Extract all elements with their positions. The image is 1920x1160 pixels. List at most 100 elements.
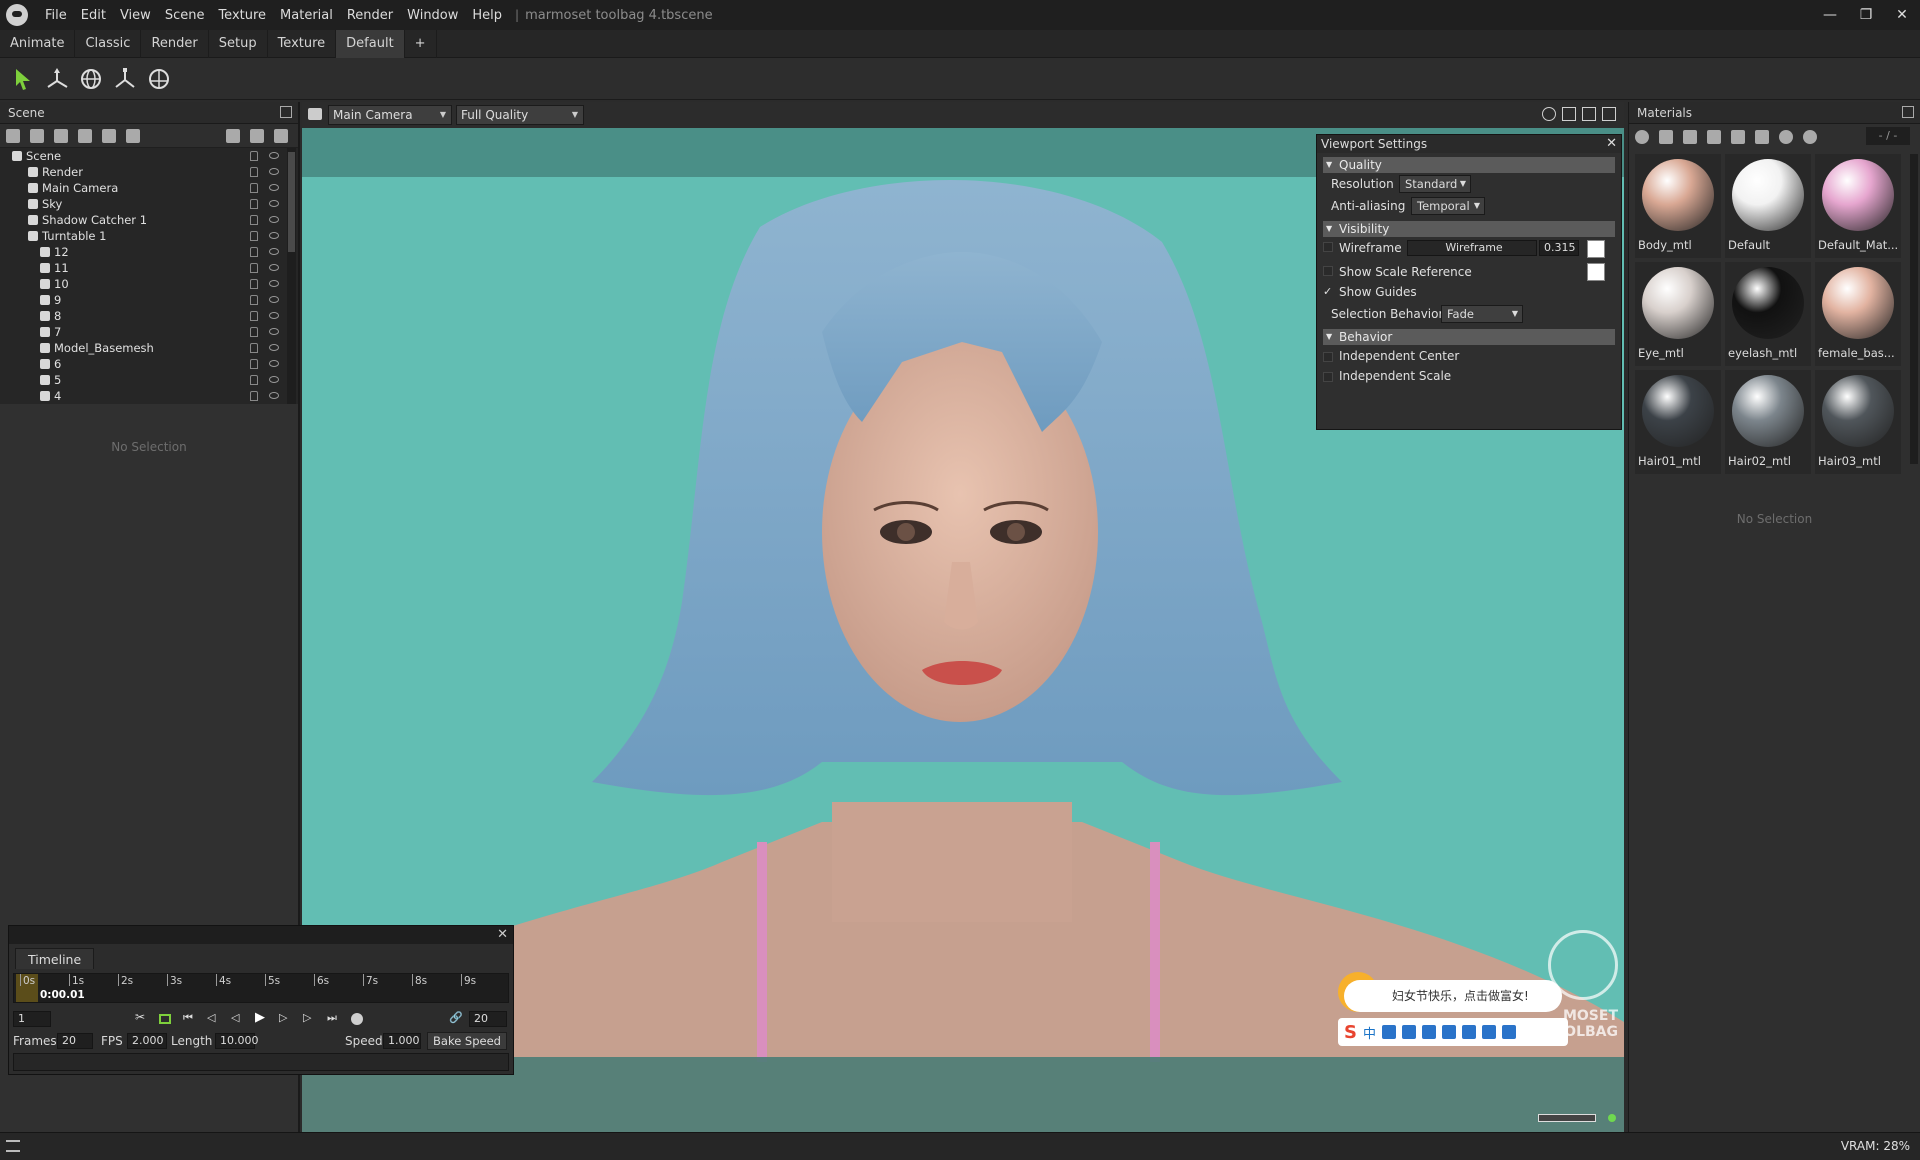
visibility-eye-icon[interactable] xyxy=(269,296,279,303)
timeline-ruler[interactable]: 0:00.01 0s 1s 2s 3s 4s 5s 6s 7s 8s 9s xyxy=(13,973,509,1003)
scale-reference-color-swatch[interactable] xyxy=(1587,263,1605,281)
end-frame-field[interactable]: 20 xyxy=(469,1011,507,1027)
quality-select[interactable]: Full Quality xyxy=(456,105,584,125)
resolution-select[interactable]: Standard xyxy=(1399,175,1471,193)
assign-material-icon[interactable] xyxy=(1779,130,1793,144)
rotate-tool-icon[interactable] xyxy=(74,62,108,96)
scene-tree-item[interactable]: 9 xyxy=(0,292,298,308)
scene-tree-item[interactable]: 12 xyxy=(0,244,298,260)
menu-window[interactable]: Window xyxy=(400,8,465,23)
menu-view[interactable]: View xyxy=(113,8,158,23)
bake-speed-button[interactable]: Bake Speed xyxy=(427,1032,507,1050)
lock-icon[interactable] xyxy=(250,215,258,225)
folder-icon[interactable] xyxy=(226,128,240,143)
skip-end-icon[interactable]: ⏭ xyxy=(327,1011,339,1024)
keyboard-icon[interactable] xyxy=(1421,1025,1436,1039)
next-frame-icon[interactable]: ▷ xyxy=(279,1011,291,1024)
show-scale-reference-checkbox[interactable] xyxy=(1323,266,1333,276)
add-mesh-icon[interactable] xyxy=(6,128,20,143)
menu-texture[interactable]: Texture xyxy=(211,8,273,23)
timeline-settings-icon[interactable] xyxy=(351,1013,363,1025)
scene-tree-item[interactable]: Sky xyxy=(0,196,298,212)
wireframe-value[interactable]: 0.315 xyxy=(1539,240,1579,256)
independent-center-checkbox[interactable] xyxy=(1323,352,1333,362)
visibility-eye-icon[interactable] xyxy=(269,152,279,159)
console-icon[interactable] xyxy=(6,1140,20,1152)
scene-tree-item[interactable]: 5 xyxy=(0,372,298,388)
scene-tree-item[interactable]: Render xyxy=(0,164,298,180)
scene-tree-item[interactable]: 11 xyxy=(0,260,298,276)
fps-field[interactable]: 2.000 xyxy=(127,1033,167,1049)
microphone-icon[interactable] xyxy=(1401,1025,1416,1039)
skin-icon[interactable] xyxy=(1441,1025,1456,1039)
ime-mode-toggle[interactable]: 中 xyxy=(1363,1023,1376,1042)
wireframe-slider[interactable]: Wireframe xyxy=(1407,240,1537,256)
minimize-icon[interactable]: — xyxy=(1812,0,1848,30)
wireframe-checkbox[interactable] xyxy=(1323,242,1333,252)
lock-icon[interactable] xyxy=(250,151,258,161)
maximize-icon[interactable] xyxy=(1582,107,1596,121)
scene-tree-item[interactable]: 10 xyxy=(0,276,298,292)
scene-tree-item[interactable]: 6 xyxy=(0,356,298,372)
tab-classic[interactable]: Classic xyxy=(75,29,142,58)
timeline-track[interactable] xyxy=(13,1053,509,1071)
center-view-icon[interactable] xyxy=(1562,107,1576,121)
skip-start-icon[interactable]: ⏮ xyxy=(183,1011,195,1024)
move-tool-icon[interactable] xyxy=(40,62,74,96)
select-tool-icon[interactable] xyxy=(6,62,40,96)
add-light-icon[interactable] xyxy=(30,128,44,143)
lock-icon[interactable] xyxy=(250,199,258,209)
lock-icon[interactable] xyxy=(250,311,258,321)
lock-icon[interactable] xyxy=(250,375,258,385)
material-tile[interactable]: Default_Mat... xyxy=(1815,154,1901,258)
tab-setup[interactable]: Setup xyxy=(209,29,268,58)
viewport-settings-icon[interactable] xyxy=(1542,107,1556,121)
add-sky-icon[interactable] xyxy=(126,128,140,143)
tab-default[interactable]: Default xyxy=(336,29,405,58)
visibility-eye-icon[interactable] xyxy=(269,376,279,383)
material-tile[interactable]: Eye_mtl xyxy=(1635,262,1721,366)
marmoset-logo-icon[interactable] xyxy=(6,4,28,26)
visibility-eye-icon[interactable] xyxy=(269,248,279,255)
undock-viewport-icon[interactable] xyxy=(1602,107,1616,121)
material-tile[interactable]: Hair02_mtl xyxy=(1725,370,1811,474)
lock-icon[interactable] xyxy=(250,263,258,273)
loop-icon[interactable] xyxy=(159,1014,171,1024)
restore-icon[interactable]: ❐ xyxy=(1848,0,1884,30)
visibility-eye-icon[interactable] xyxy=(269,232,279,239)
visibility-eye-icon[interactable] xyxy=(269,168,279,175)
independent-scale-checkbox[interactable] xyxy=(1323,372,1333,382)
pick-material-icon[interactable] xyxy=(1755,130,1769,144)
materials-grid-scrollbar[interactable] xyxy=(1910,154,1918,464)
material-tile[interactable]: eyelash_mtl xyxy=(1725,262,1811,366)
clear-material-icon[interactable] xyxy=(1803,130,1817,144)
lock-icon[interactable] xyxy=(250,183,258,193)
scene-tree-item[interactable]: Model_Basemesh xyxy=(0,340,298,356)
lock-icon[interactable] xyxy=(250,391,258,401)
lock-icon[interactable] xyxy=(250,295,258,305)
add-material-icon[interactable] xyxy=(1635,130,1649,144)
scale-tool-icon[interactable] xyxy=(108,62,142,96)
lock-icon[interactable] xyxy=(250,327,258,337)
delete-icon[interactable] xyxy=(1731,130,1745,144)
selection-behavior-select[interactable]: Fade xyxy=(1441,305,1523,323)
speed-field[interactable]: 1.000 xyxy=(383,1033,421,1049)
lock-icon[interactable] xyxy=(250,247,258,257)
material-tile[interactable]: female_bas... xyxy=(1815,262,1901,366)
add-camera-icon[interactable] xyxy=(54,128,68,143)
camera-icon[interactable] xyxy=(308,108,322,120)
scissors-icon[interactable]: ✂ xyxy=(135,1010,147,1024)
show-guides-check-icon[interactable]: ✓ xyxy=(1323,285,1332,298)
scene-tree-item[interactable]: Turntable 1 xyxy=(0,228,298,244)
materials-page-field[interactable]: - / - xyxy=(1866,127,1910,145)
visibility-eye-icon[interactable] xyxy=(269,216,279,223)
delete-icon[interactable] xyxy=(274,128,288,143)
close-icon[interactable]: ✕ xyxy=(1884,0,1920,30)
camera-select[interactable]: Main Camera xyxy=(328,105,452,125)
sogou-logo-icon[interactable]: S xyxy=(1344,1022,1357,1043)
settings-icon[interactable] xyxy=(1501,1025,1516,1039)
menu-scene[interactable]: Scene xyxy=(158,8,212,23)
duplicate-material-icon[interactable] xyxy=(1659,130,1673,144)
material-tile[interactable]: Default xyxy=(1725,154,1811,258)
timeline-tab[interactable]: Timeline xyxy=(15,948,95,969)
